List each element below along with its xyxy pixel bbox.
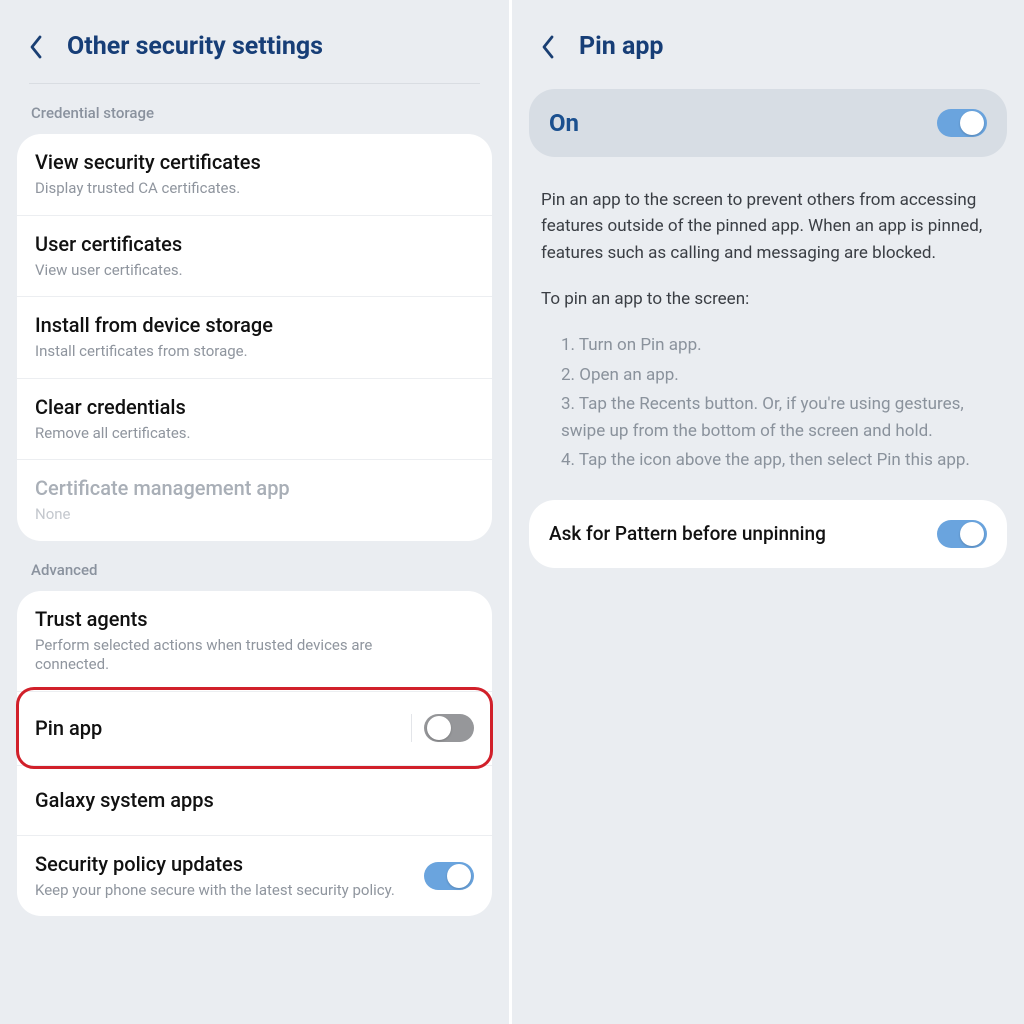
item-title: User certificates (35, 232, 474, 257)
item-subtitle: View user certificates. (35, 261, 395, 281)
on-toggle-card[interactable]: On (529, 89, 1007, 157)
toggle-divider (411, 714, 412, 742)
header-right: Pin app (529, 20, 1007, 83)
item-install-from-storage[interactable]: Install from device storage Install cert… (17, 296, 492, 378)
ask-pattern-label: Ask for Pattern before unpinning (549, 522, 987, 546)
pin-app-toggle[interactable] (424, 714, 474, 742)
item-subtitle: Remove all certificates. (35, 424, 395, 444)
page-title: Other security settings (67, 32, 323, 61)
item-view-security-certificates[interactable]: View security certificates Display trust… (17, 134, 492, 215)
item-title: Security policy updates (35, 852, 474, 877)
item-subtitle: Keep your phone secure with the latest s… (35, 881, 395, 901)
back-icon[interactable] (535, 34, 561, 60)
section-label-credential: Credential storage (17, 84, 492, 134)
item-subtitle: Display trusted CA certificates. (35, 179, 395, 199)
item-security-policy-updates[interactable]: Security policy updates Keep your phone … (17, 835, 492, 917)
pin-app-main-toggle[interactable] (937, 109, 987, 137)
item-clear-credentials[interactable]: Clear credentials Remove all certificate… (17, 378, 492, 460)
header-left: Other security settings (17, 20, 492, 83)
section-label-advanced: Advanced (17, 541, 492, 591)
step-3: 3. Tap the Recents button. Or, if you're… (561, 391, 995, 445)
item-subtitle: Perform selected actions when trusted de… (35, 636, 395, 675)
item-title: Pin app (35, 716, 474, 741)
item-title: Clear credentials (35, 395, 474, 420)
item-certificate-management-app[interactable]: Certificate management app None (17, 459, 492, 541)
step-2: 2. Open an app. (561, 362, 995, 389)
on-label: On (549, 109, 987, 137)
item-user-certificates[interactable]: User certificates View user certificates… (17, 215, 492, 297)
item-title: Trust agents (35, 607, 474, 632)
item-pin-app[interactable]: Pin app (17, 691, 492, 765)
item-galaxy-system-apps[interactable]: Galaxy system apps (17, 765, 492, 835)
description-block: Pin an app to the screen to prevent othe… (529, 157, 1007, 474)
ask-pattern-toggle[interactable] (937, 520, 987, 548)
steps-list: 1. Turn on Pin app. 2. Open an app. 3. T… (541, 332, 995, 474)
item-title: Install from device storage (35, 313, 474, 338)
item-trust-agents[interactable]: Trust agents Perform selected actions wh… (17, 591, 492, 691)
item-title: View security certificates (35, 150, 474, 175)
steps-intro: To pin an app to the screen: (541, 286, 995, 312)
item-subtitle: None (35, 505, 395, 525)
description-text: Pin an app to the screen to prevent othe… (541, 187, 995, 266)
security-policy-toggle[interactable] (424, 862, 474, 890)
item-title: Galaxy system apps (35, 788, 474, 813)
page-title: Pin app (579, 32, 663, 61)
item-title: Certificate management app (35, 476, 474, 501)
ask-pattern-card[interactable]: Ask for Pattern before unpinning (529, 500, 1007, 568)
step-4: 4. Tap the icon above the app, then sele… (561, 447, 995, 474)
step-1: 1. Turn on Pin app. (561, 332, 995, 359)
item-subtitle: Install certificates from storage. (35, 342, 395, 362)
advanced-card: Trust agents Perform selected actions wh… (17, 591, 492, 917)
back-icon[interactable] (23, 34, 49, 60)
credential-storage-card: View security certificates Display trust… (17, 134, 492, 541)
